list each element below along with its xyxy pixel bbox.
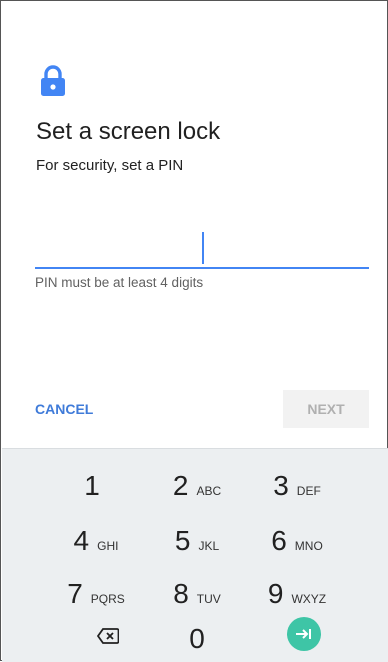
enter-button[interactable]	[287, 617, 321, 651]
screen: Set a screen lock For security, set a PI…	[0, 0, 388, 662]
key-digit: 6	[271, 525, 287, 556]
cancel-button[interactable]: CANCEL	[35, 401, 93, 417]
page-title: Set a screen lock	[36, 118, 221, 145]
key-digit: 3	[273, 470, 289, 501]
key-letters: PQRS	[90, 592, 125, 606]
key-6[interactable]: 6 MNO	[247, 521, 347, 561]
key-digit: 0	[189, 623, 205, 654]
key-5[interactable]: 5 JKL	[147, 521, 247, 561]
backspace-icon	[97, 628, 119, 644]
key-digit: 2	[172, 470, 189, 501]
enter-icon	[287, 617, 321, 651]
key-digit: 4	[73, 525, 90, 556]
numeric-keypad: 1 2 ABC 3 DEF 4 GHI 5 JKL 6 MNO 7 PQRS 8…	[2, 448, 388, 662]
key-letters: TUV	[196, 592, 221, 606]
key-9[interactable]: 9 WXYZ	[247, 574, 347, 614]
key-2[interactable]: 2 ABC	[147, 466, 247, 506]
pin-hint: PIN must be at least 4 digits	[35, 275, 204, 290]
backspace-button[interactable]	[90, 621, 126, 651]
key-3[interactable]: 3 DEF	[247, 466, 347, 506]
key-letters: MNO	[294, 539, 323, 553]
key-0[interactable]: 0	[147, 619, 247, 659]
key-digit: 5	[174, 525, 191, 556]
key-digit: 1	[84, 470, 100, 501]
pin-input-underline	[35, 267, 369, 269]
key-letters: ABC	[196, 484, 222, 498]
pin-input[interactable]	[35, 229, 369, 269]
text-cursor	[202, 232, 204, 264]
key-1[interactable]: 1	[46, 466, 146, 506]
next-button[interactable]: NEXT	[283, 390, 369, 428]
page-subtitle: For security, set a PIN	[36, 157, 184, 174]
key-letters: JKL	[198, 539, 220, 553]
key-4[interactable]: 4 GHI	[46, 521, 146, 561]
key-digit: 9	[267, 578, 284, 609]
key-8[interactable]: 8 TUV	[147, 574, 247, 614]
key-letters: GHI	[97, 539, 119, 553]
key-letters: DEF	[296, 484, 321, 498]
key-letters: WXYZ	[291, 592, 327, 606]
key-7[interactable]: 7 PQRS	[46, 574, 146, 614]
lock-icon	[41, 65, 65, 96]
key-digit: 8	[173, 578, 189, 609]
key-digit: 7	[67, 578, 83, 609]
